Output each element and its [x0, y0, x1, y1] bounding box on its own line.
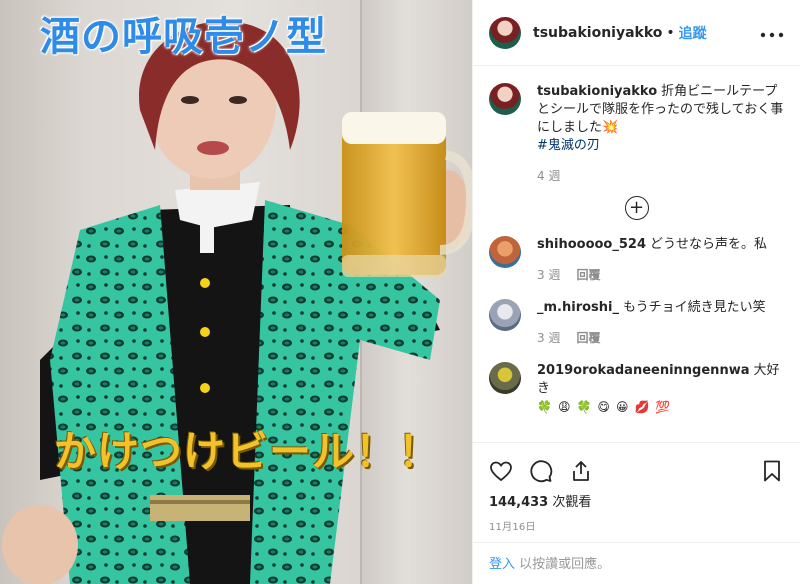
caption-author-avatar[interactable]	[489, 83, 521, 115]
commenter-avatar[interactable]	[489, 362, 521, 394]
comment-username[interactable]: _m.hiroshi_	[537, 300, 619, 315]
post-media[interactable]: 酒の呼吸壱ノ型 かけつけビール！！	[0, 0, 472, 584]
comment-meta: 3 週 回覆	[537, 329, 766, 346]
login-prompt-text: 以按讚或回應。	[519, 557, 611, 572]
emoji: 💋	[634, 400, 650, 414]
load-more-comments[interactable]: +	[489, 196, 784, 220]
comment-icon	[530, 460, 553, 483]
comment-text: shihooooo_524 どうせなら声を。私	[537, 236, 767, 254]
heart-icon	[490, 461, 512, 482]
post-side-panel: tsubakioniyakko • 追蹤 tsubakioniyakko 折角ビニ…	[472, 0, 800, 584]
header-separator: •	[666, 24, 675, 41]
person-with-beer-illustration	[2, 21, 472, 584]
comment-item: 2019orokadaneeninngennwa 大好き 🍀 😩 🍀 😋 😀 💋 …	[489, 362, 784, 414]
caption-hashtag[interactable]: #鬼滅の刃	[537, 137, 784, 155]
comment-username[interactable]: shihooooo_524	[537, 237, 646, 252]
emoji: 💯	[655, 400, 671, 414]
commenter-avatar[interactable]	[489, 236, 521, 268]
reply-button[interactable]: 回覆	[576, 329, 600, 346]
save-button[interactable]	[744, 451, 784, 491]
caption-time[interactable]: 4 週	[537, 167, 560, 184]
comment-body: もうチョイ続き見たい笑	[623, 300, 766, 315]
post-actions: 144,433 次觀看 11月16日	[473, 442, 800, 533]
bookmark-icon	[764, 460, 780, 482]
emoji: 😋	[597, 400, 610, 414]
author-username[interactable]: tsubakioniyakko	[533, 25, 662, 41]
comment-text: _m.hiroshi_ もうチョイ続き見たい笑	[537, 299, 766, 317]
comment-button[interactable]	[529, 451, 569, 491]
login-prompt: 登入 以按讚或回應。	[473, 542, 800, 582]
comment-username[interactable]: 2019orokadaneeninngennwa	[537, 363, 749, 378]
video-overlay-caption: かけつけビール！！	[54, 427, 442, 476]
comment-time[interactable]: 3 週	[537, 266, 560, 283]
comment-time[interactable]: 3 週	[537, 329, 560, 346]
video-overlay-title: 酒の呼吸壱ノ型	[40, 14, 327, 60]
comments-list[interactable]: tsubakioniyakko 折角ビニールテープとシールで隊服を作ったので残して…	[473, 67, 800, 442]
comment-meta: 3 週 回覆	[537, 266, 767, 283]
action-icons	[489, 451, 784, 491]
commenter-avatar[interactable]	[489, 299, 521, 331]
emoji: 😩	[557, 400, 571, 414]
post-caption: tsubakioniyakko 折角ビニールテープとシールで隊服を作ったので残して…	[489, 83, 784, 184]
comment-item: shihooooo_524 どうせなら声を。私 3 週 回覆	[489, 236, 784, 283]
emoji: 😀	[615, 400, 629, 414]
follow-button[interactable]: 追蹤	[679, 23, 707, 43]
caption-text: tsubakioniyakko 折角ビニールテープとシールで隊服を作ったので残して…	[537, 83, 784, 155]
caption-username[interactable]: tsubakioniyakko	[537, 84, 657, 99]
view-count-label: 次觀看	[552, 495, 592, 510]
comment-text: 2019orokadaneeninngennwa 大好き	[537, 362, 784, 398]
comment-emojis: 🍀 😩 🍀 😋 😀 💋 💯	[537, 400, 784, 414]
author-avatar[interactable]	[489, 16, 521, 49]
post-date[interactable]: 11月16日	[489, 518, 784, 533]
share-button[interactable]	[569, 451, 609, 491]
comment-item: _m.hiroshi_ もうチョイ続き見たい笑 3 週 回覆	[489, 299, 784, 346]
share-icon	[573, 461, 589, 481]
like-button[interactable]	[489, 451, 529, 491]
caption-meta: 4 週	[537, 167, 784, 184]
plus-circle-icon[interactable]: +	[624, 196, 649, 220]
more-options-icon[interactable]	[760, 22, 784, 43]
emoji: 🍀	[576, 400, 592, 414]
post-header: tsubakioniyakko • 追蹤	[473, 0, 800, 66]
view-count-number: 144,433	[489, 495, 549, 510]
emoji: 🍀	[537, 400, 552, 414]
caption-emoji: 💥	[602, 120, 619, 135]
view-count[interactable]: 144,433 次觀看	[489, 491, 784, 510]
comment-body: どうせなら声を。私	[650, 237, 768, 252]
reply-button[interactable]: 回覆	[576, 266, 600, 283]
login-link[interactable]: 登入	[489, 557, 515, 572]
